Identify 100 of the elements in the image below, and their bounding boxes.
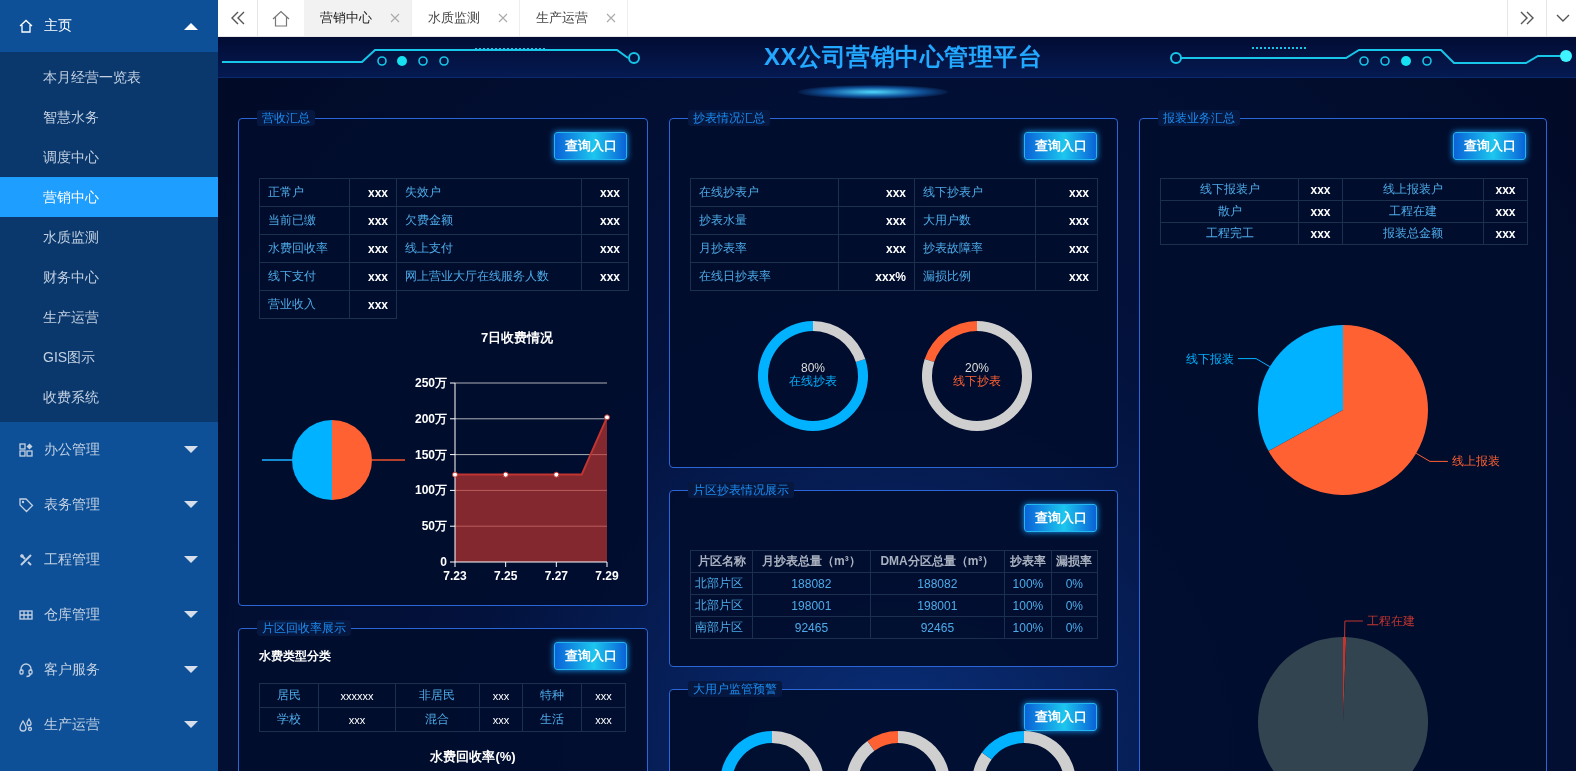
stat-label: 抄表水量	[690, 206, 839, 235]
stat-value: xxx%	[838, 262, 915, 291]
panel-title: 抄表情况汇总	[688, 110, 770, 126]
table-cell: 100%	[1004, 572, 1052, 595]
stat-label: 线下抄表户	[914, 178, 1036, 207]
stat-value: xxx	[1298, 222, 1343, 245]
table-cell: 北部片区	[690, 594, 753, 617]
type-label: 特种	[522, 683, 582, 708]
slice-label: 工程在建	[1366, 614, 1415, 628]
column-header: 片区名称	[690, 550, 753, 573]
stat-value: xxx	[349, 290, 397, 319]
type-value: xxx	[581, 683, 626, 708]
stat-value: xxx	[838, 206, 915, 235]
panel-title: 片区回收率展示	[257, 620, 351, 636]
stat-label: 欠费金额	[396, 206, 582, 235]
type-label: 居民	[259, 683, 319, 708]
type-label: 学校	[259, 707, 319, 732]
table-cell: 92465	[870, 616, 1005, 639]
stat-value: xxx	[838, 234, 915, 263]
panel-title: 营收汇总	[257, 110, 315, 126]
stat-value: xxx	[349, 178, 397, 207]
table-cell: 0%	[1051, 572, 1098, 595]
stat-label: 月抄表率	[690, 234, 839, 263]
axis-label: 250万	[414, 376, 447, 390]
panel-title: 大用户监管预警	[688, 681, 782, 697]
panel-title: 报装业务汇总	[1158, 110, 1240, 126]
stat-value: xxx	[1035, 178, 1098, 207]
table-cell: 100%	[1004, 616, 1052, 639]
stat-label: 漏损比例	[914, 262, 1036, 291]
stat-label: 当前已缴	[259, 206, 350, 235]
slice-label: 线下报装	[1186, 351, 1235, 366]
column-header: 抄表率	[1004, 550, 1052, 573]
stat-value: xxx	[1035, 206, 1098, 235]
stat-value: xxx	[581, 234, 629, 263]
type-label: 非居民	[395, 683, 480, 708]
section-heading: 水费类型分类	[259, 647, 331, 665]
stat-label: 失效户	[396, 178, 582, 207]
axis-label: 7.25	[494, 569, 518, 583]
stat-label: 线下报装户	[1160, 178, 1299, 201]
type-label: 混合	[395, 707, 480, 732]
stat-label: 网上营业大厅在线服务人数	[396, 262, 582, 291]
stat-value: xxx	[1298, 178, 1343, 201]
axis-label: 150万	[414, 447, 447, 462]
stat-value: xxx	[838, 178, 915, 207]
stat-value: xxx	[349, 206, 397, 235]
column-header: 月抄表总量（m³）	[752, 550, 871, 573]
stat-label: 线上报装户	[1342, 178, 1484, 201]
axis-label: 7.29	[595, 569, 619, 583]
stat-value: xxx	[581, 262, 629, 291]
stat-label: 工程在建	[1342, 200, 1484, 223]
stat-label: 散户	[1160, 200, 1299, 223]
type-value: xxx	[318, 707, 396, 732]
stat-label: 在线日抄表率	[690, 262, 839, 291]
axis-label: 200万	[414, 411, 447, 426]
slice-label: 线上报装	[1451, 454, 1500, 469]
stat-value: xxx	[581, 206, 629, 235]
stat-label: 抄表故障率	[914, 234, 1036, 263]
stat-label: 在线抄表户	[690, 178, 839, 207]
series-label: 在线抄表	[788, 375, 838, 388]
table-cell: 0%	[1051, 616, 1098, 639]
stat-value: xxx	[581, 178, 629, 207]
stat-label: 工程完工	[1160, 222, 1299, 245]
stat-value: xxx	[349, 234, 397, 263]
table-cell: 198001	[752, 594, 871, 617]
chart-title: 水费回收率(%)	[429, 748, 517, 766]
type-label: 生活	[522, 707, 582, 732]
stat-label: 正常户	[259, 178, 350, 207]
axis-label: 7.23	[443, 569, 467, 583]
column-header: 漏损率	[1051, 550, 1098, 573]
stat-label: 大用户数	[914, 206, 1036, 235]
value-label: 80%	[800, 362, 826, 375]
table-cell: 南部片区	[690, 616, 753, 639]
type-value: xxx	[479, 707, 523, 732]
stat-value: xxx	[1483, 200, 1528, 223]
stat-label: 线下支付	[259, 262, 350, 291]
table-cell: 188082	[870, 572, 1005, 595]
type-value: xxxxxx	[318, 683, 396, 708]
table-cell: 100%	[1004, 594, 1052, 617]
stat-label: 报装总金额	[1342, 222, 1484, 245]
panel-title: 片区抄表情况展示	[688, 482, 794, 498]
stat-label: 营业收入	[259, 290, 350, 319]
table-cell: 92465	[752, 616, 871, 639]
stat-label: 线上支付	[396, 234, 582, 263]
type-value: xxx	[581, 707, 626, 732]
axis-label: 0	[440, 555, 447, 569]
stat-value: xxx	[1298, 200, 1343, 223]
axis-label: 100万	[414, 483, 447, 498]
chart-title: 7日收费情况	[480, 329, 554, 347]
type-value: xxx	[479, 683, 523, 708]
page-title: XX公司营销中心管理平台	[763, 42, 1043, 72]
stat-value: xxx	[1483, 222, 1528, 245]
stat-value: xxx	[1035, 262, 1098, 291]
stat-value: xxx	[1483, 178, 1528, 201]
stat-label: 水费回收率	[259, 234, 350, 263]
stat-value: xxx	[349, 262, 397, 291]
axis-label: 7.27	[544, 569, 568, 583]
value-label: 20%	[964, 362, 990, 375]
axis-label: 50万	[421, 519, 447, 534]
series-label: 线下抄表	[952, 375, 1002, 388]
table-cell: 0%	[1051, 594, 1098, 617]
